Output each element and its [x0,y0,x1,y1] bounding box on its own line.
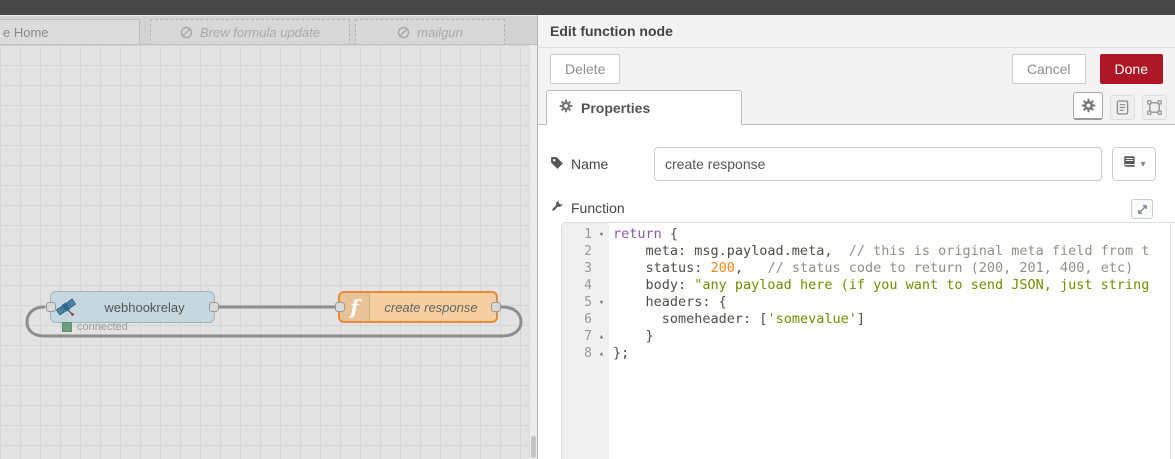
book-icon [1122,155,1136,173]
gutter-row: 5 ▾ [562,294,609,311]
webhookrelay-status: connected [62,321,128,333]
flow-tab-bar: e Home Brew formula update mailgun [0,15,537,45]
line-number: 4 [584,278,592,293]
chevron-down-icon: ▾ [1140,158,1146,170]
flow-tab-mailgun[interactable]: mailgun [355,19,505,44]
code-line: status: 200, // status code to return (2… [613,260,1134,276]
code-line: meta: msg.payload.meta, // this is origi… [613,243,1150,259]
node-red-window: e Home Brew formula update mailgun webho… [0,0,1175,459]
node-edit-form: Name ▾ [538,125,1175,459]
fold-widget-icon[interactable]: ▾ [594,298,609,308]
print-margin-line [1170,223,1171,459]
function-output-port[interactable] [491,302,501,312]
app-header-bar [0,0,1175,15]
editor-gutter: 1 ▾ 2 3 4 5 ▾ 6 7 ▴ 8 ▴ [562,223,609,459]
flow-tab-brew-label: Brew formula update [200,25,320,40]
appearance-tab-button[interactable] [1142,95,1167,120]
line-number: 5 [584,295,592,310]
disabled-flow-icon [397,26,410,39]
library-button[interactable]: ▾ [1112,147,1156,181]
webhookrelay-input-port[interactable] [46,302,56,312]
tray-tab-row: Properties [538,90,1175,125]
function-code-editor[interactable]: 1 ▾ 2 3 4 5 ▾ 6 7 ▴ 8 ▴ return { meta: msg.payload.… [561,222,1175,459]
function-input-port[interactable] [335,302,345,312]
disabled-flow-icon [180,26,193,39]
name-field-row: Name ▾ [550,147,1156,181]
code-line: headers: { [613,294,727,310]
flow-tab-brew-formula-update[interactable]: Brew formula update [150,19,350,44]
gutter-row: 2 [562,243,609,260]
flow-tab-home-label: e Home [3,25,49,40]
expand-editor-button[interactable] [1131,199,1153,219]
tray-title: Edit function node [538,15,1175,48]
status-dot-connected [62,322,72,332]
canvas-vertical-scrollbar[interactable] [529,45,537,459]
done-button[interactable]: Done [1099,54,1163,84]
gutter-row: 3 [562,260,609,277]
node-create-response[interactable]: f create response [335,291,501,323]
line-number: 1 [584,227,592,242]
wire-layer [25,305,523,338]
flow-tab-home[interactable]: e Home [0,19,140,44]
flow-tab-mailgun-label: mailgun [417,25,463,40]
fold-widget-icon[interactable]: ▴ [594,349,609,359]
delete-button[interactable]: Delete [550,54,621,84]
gutter-row: 7 ▴ [562,328,609,345]
line-number: 3 [584,261,592,276]
gutter-row: 8 ▴ [562,345,609,362]
code-line: return { [613,226,679,242]
gutter-row: 1 ▾ [562,226,609,243]
name-input[interactable] [654,147,1102,181]
line-number: 6 [584,312,592,327]
line-number: 7 [584,329,592,344]
properties-tab-button[interactable] [1073,92,1103,120]
tag-icon [550,156,564,173]
code-line: } [613,328,654,344]
line-number: 8 [584,346,592,361]
node-create-response-label: create response [384,299,478,315]
gear-icon [559,99,573,116]
webhookrelay-output-port[interactable] [209,302,219,312]
tray-tab-buttons [1073,92,1167,120]
tab-properties[interactable]: Properties [546,90,742,125]
fold-widget-icon[interactable]: ▾ [594,230,609,240]
status-text: connected [77,321,128,333]
line-number: 2 [584,244,592,259]
cancel-button[interactable]: Cancel [1011,54,1086,84]
edit-tray: Edit function node Delete Cancel Done Pr… [537,15,1175,459]
description-tab-button[interactable] [1110,95,1135,120]
code-line: someheader: ['somevalue'] [613,311,865,327]
function-label: Function [550,199,654,216]
code-line: body: "any payload here (if you want to … [613,277,1150,293]
flow-workspace: e Home Brew formula update mailgun webho… [0,15,537,459]
node-webhookrelay-label: webhookrelay [104,299,185,315]
gutter-row: 4 [562,277,609,294]
code-line: }; [613,345,630,361]
fold-widget-icon[interactable]: ▴ [594,332,609,342]
node-webhookrelay[interactable]: webhookrelay [46,291,219,323]
wrench-icon [550,199,564,216]
scrollbar-thumb[interactable] [531,436,536,458]
tray-toolbar: Delete Cancel Done [538,48,1175,90]
flow-canvas[interactable]: webhookrelay f create response connected [0,45,529,459]
function-field-row: Function [550,199,1156,219]
gutter-row: 6 [562,311,609,328]
code-lines: return { meta: msg.payload.meta, // this… [609,223,1175,459]
tab-properties-label: Properties [581,99,651,116]
name-label: Name [550,156,654,173]
